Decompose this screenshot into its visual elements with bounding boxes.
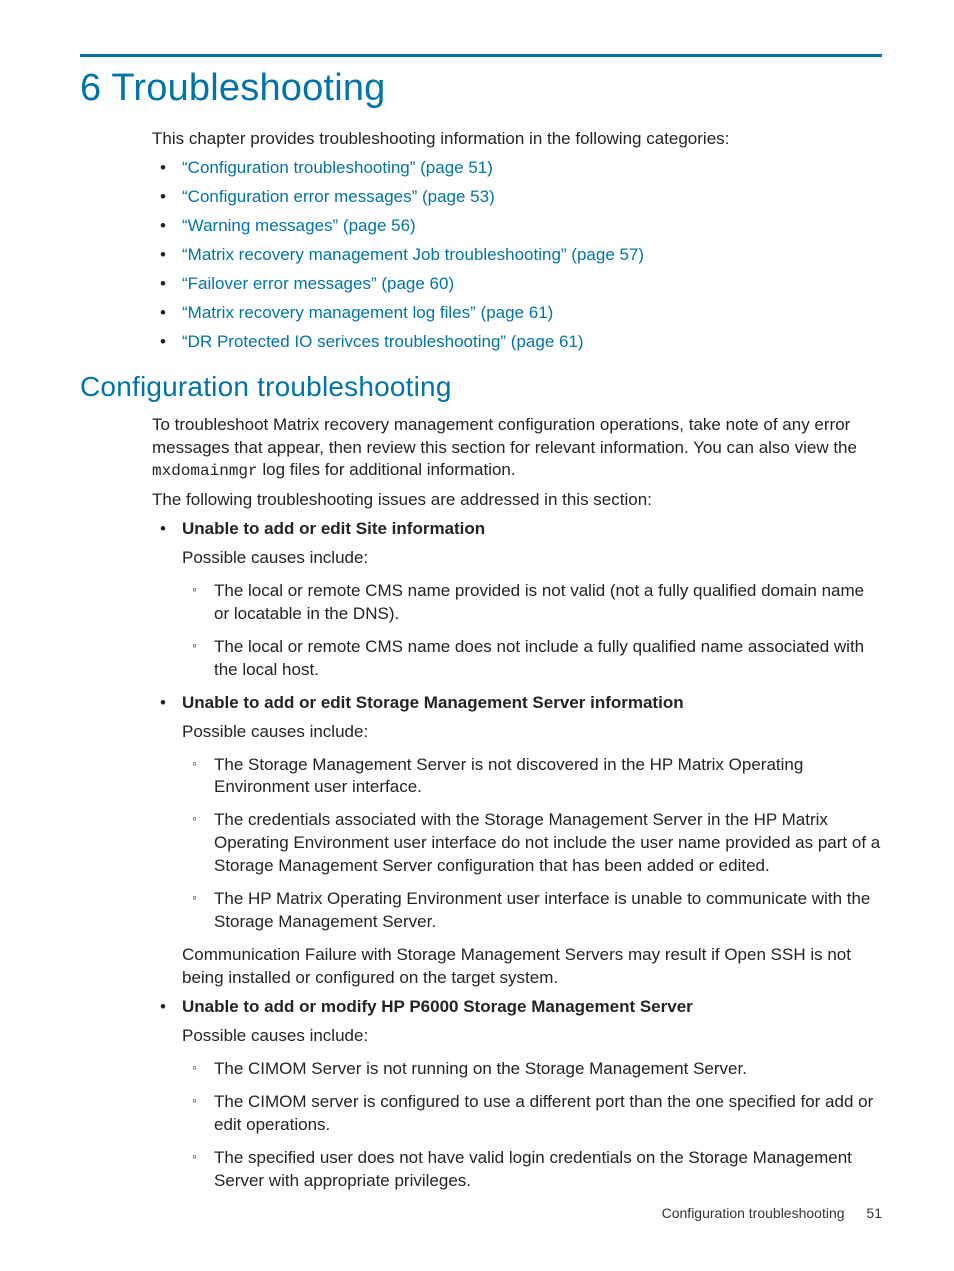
document-page: 6 Troubleshooting This chapter provides … — [0, 0, 954, 1263]
issue-title: Unable to add or edit Site information — [182, 519, 485, 538]
toc-list: “Configuration troubleshooting” (page 51… — [152, 157, 882, 354]
toc-item: “Warning messages” (page 56) — [152, 215, 882, 238]
issue-item: Unable to add or edit Site information P… — [152, 518, 882, 682]
footer-section-label: Configuration troubleshooting — [662, 1205, 845, 1221]
causes-list: The local or remote CMS name provided is… — [182, 580, 882, 682]
toc-link[interactable]: “Failover error messages” (page 60) — [182, 274, 454, 293]
chapter-title: 6 Troubleshooting — [80, 63, 882, 114]
cause-item: The HP Matrix Operating Environment user… — [182, 888, 882, 934]
toc-item: “Configuration troubleshooting” (page 51… — [152, 157, 882, 180]
toc-item: “Failover error messages” (page 60) — [152, 273, 882, 296]
intro-paragraph: This chapter provides troubleshooting in… — [152, 128, 882, 151]
toc-link[interactable]: “Warning messages” (page 56) — [182, 216, 416, 235]
toc-link[interactable]: “Matrix recovery management log files” (… — [182, 303, 553, 322]
causes-label: Possible causes include: — [182, 1025, 882, 1048]
cause-item: The CIMOM server is configured to use a … — [182, 1091, 882, 1137]
section-body: To troubleshoot Matrix recovery manageme… — [152, 414, 882, 1193]
toc-item: “Matrix recovery management Job troubles… — [152, 244, 882, 267]
issue-title: Unable to add or edit Storage Management… — [182, 693, 684, 712]
causes-label: Possible causes include: — [182, 547, 882, 570]
issue-item: Unable to add or modify HP P6000 Storage… — [152, 996, 882, 1193]
causes-list: The Storage Management Server is not dis… — [182, 754, 882, 935]
cause-item: The specified user does not have valid l… — [182, 1147, 882, 1193]
cause-item: The local or remote CMS name does not in… — [182, 636, 882, 682]
issue-title: Unable to add or modify HP P6000 Storage… — [182, 997, 693, 1016]
toc-item: “Configuration error messages” (page 53) — [152, 186, 882, 209]
page-number: 51 — [866, 1205, 882, 1221]
cause-item: The Storage Management Server is not dis… — [182, 754, 882, 800]
toc-link[interactable]: “DR Protected IO serivces troubleshootin… — [182, 332, 584, 351]
cause-item: The local or remote CMS name provided is… — [182, 580, 882, 626]
toc-link[interactable]: “Matrix recovery management Job troubles… — [182, 245, 644, 264]
toc-link[interactable]: “Configuration error messages” (page 53) — [182, 187, 495, 206]
toc-item: “Matrix recovery management log files” (… — [152, 302, 882, 325]
causes-list: The CIMOM Server is not running on the S… — [182, 1058, 882, 1193]
top-rule — [80, 54, 882, 57]
chapter-body: This chapter provides troubleshooting in… — [152, 128, 882, 354]
section-intro-post: log files for additional information. — [258, 460, 516, 479]
section-title: Configuration troubleshooting — [80, 368, 882, 406]
issues-list: Unable to add or edit Site information P… — [152, 518, 882, 1193]
section-lead: The following troubleshooting issues are… — [152, 489, 882, 512]
cause-item: The credentials associated with the Stor… — [182, 809, 882, 878]
toc-item: “DR Protected IO serivces troubleshootin… — [152, 331, 882, 354]
issue-trailer: Communication Failure with Storage Manag… — [182, 944, 882, 990]
issue-item: Unable to add or edit Storage Management… — [152, 692, 882, 990]
page-footer: Configuration troubleshooting 51 — [662, 1204, 882, 1223]
issue-block: Possible causes include: The Storage Man… — [182, 721, 882, 990]
code-literal: mxdomainmgr — [152, 462, 258, 480]
issue-block: Possible causes include: The CIMOM Serve… — [182, 1025, 882, 1193]
section-intro-pre: To troubleshoot Matrix recovery manageme… — [152, 415, 857, 457]
issue-block: Possible causes include: The local or re… — [182, 547, 882, 682]
section-intro: To troubleshoot Matrix recovery manageme… — [152, 414, 882, 483]
cause-item: The CIMOM Server is not running on the S… — [182, 1058, 882, 1081]
toc-link[interactable]: “Configuration troubleshooting” (page 51… — [182, 158, 493, 177]
causes-label: Possible causes include: — [182, 721, 882, 744]
